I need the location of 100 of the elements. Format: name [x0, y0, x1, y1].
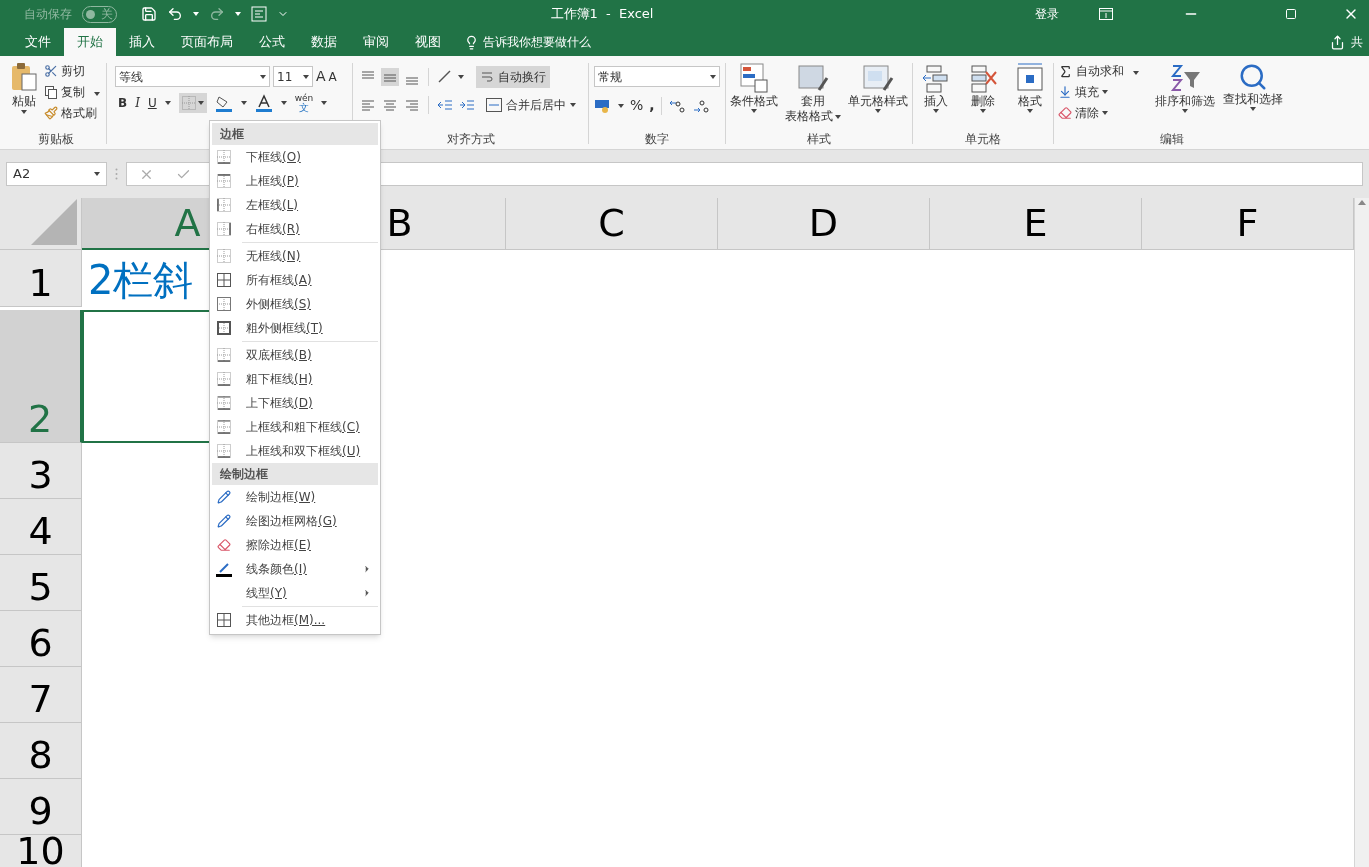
pencil-icon [217, 490, 231, 504]
merge-center-button[interactable]: 合并后居中 [486, 96, 576, 114]
fill-button[interactable]: 填充 [1058, 83, 1149, 101]
decrease-decimal-icon[interactable] [691, 97, 710, 114]
column-header[interactable]: E [930, 198, 1142, 250]
font-size-field[interactable]: 11 [273, 66, 313, 87]
form-icon[interactable] [251, 6, 267, 22]
menu-item[interactable]: 所有框线(A) [210, 268, 380, 292]
currency-icon[interactable] [594, 97, 612, 114]
paste-button[interactable]: 粘贴 [6, 60, 42, 122]
ribbon-tab[interactable]: 插入 [116, 28, 168, 56]
undo-icon[interactable] [167, 6, 183, 22]
borders-button[interactable] [178, 93, 207, 113]
clear-button[interactable]: 清除 [1058, 104, 1149, 122]
find-select-button[interactable]: 查找和选择 [1221, 62, 1285, 122]
align-icon[interactable] [381, 68, 399, 86]
menu-item[interactable]: 双底框线(B) [210, 343, 380, 367]
font-name-field[interactable]: 等线 [115, 66, 270, 87]
save-icon[interactable] [141, 6, 157, 22]
border-icon [181, 96, 196, 110]
row-header[interactable]: 7 [0, 667, 82, 723]
menu-item[interactable]: 线型(Y) [210, 581, 380, 605]
number-format-field[interactable]: 常规 [594, 66, 720, 87]
row-header[interactable]: 6 [0, 611, 82, 667]
insert-button[interactable]: 插入 [919, 62, 954, 113]
scroll-up-icon[interactable] [1358, 200, 1366, 205]
menu-item[interactable]: 上框线和双下框线(U) [210, 439, 380, 463]
underline-button[interactable]: U [147, 94, 157, 112]
column-header[interactable]: D [718, 198, 930, 250]
ribbon-tab[interactable]: 文件 [12, 28, 64, 56]
menu-item[interactable]: 绘制边框(W) [210, 485, 380, 509]
grow-font-button[interactable]: A [316, 66, 326, 87]
caret-icon [874, 109, 881, 113]
ribbon-tab[interactable]: 页面布局 [168, 28, 246, 56]
ribbon-display-icon[interactable] [1099, 8, 1113, 20]
autosum-button[interactable]: 自动求和 [1058, 62, 1149, 80]
row-header[interactable]: 9 [0, 779, 82, 835]
copy-button[interactable]: 复制 [44, 83, 100, 101]
percent-button[interactable]: % [630, 95, 644, 116]
name-box[interactable]: A2 [6, 162, 107, 186]
all-borders-icon [217, 613, 231, 627]
column-header[interactable]: F [1142, 198, 1354, 250]
ribbon-tab[interactable]: 公式 [246, 28, 298, 56]
lightbulb-icon [464, 34, 479, 50]
redo-icon[interactable] [209, 6, 225, 22]
menu-item[interactable]: 粗下框线(H) [210, 367, 380, 391]
bold-button[interactable]: B [118, 94, 128, 112]
sort-filter-button[interactable]: 排序和筛选 [1153, 62, 1217, 122]
row-header[interactable]: 3 [0, 443, 82, 499]
wrap-text-button[interactable]: 自动换行 [476, 66, 550, 88]
ribbon-tab[interactable]: 数据 [298, 28, 350, 56]
shrink-font-button[interactable]: A [328, 67, 337, 86]
format-button[interactable]: 格式 [1012, 62, 1047, 113]
font-color-icon[interactable] [254, 94, 273, 112]
group-label: 编辑 [1158, 131, 1185, 147]
menu-item[interactable]: 绘图边框网格(G) [210, 509, 380, 533]
ribbon-tab[interactable]: 开始 [64, 28, 116, 56]
triangle-icon [31, 199, 77, 245]
sign-in-link[interactable]: 登录 [1035, 5, 1059, 23]
delete-button[interactable]: 删除 [966, 62, 1000, 113]
format-cells-icon [1014, 62, 1045, 94]
share-button[interactable]: 共 [1330, 28, 1369, 56]
menu-item[interactable]: 擦除边框(E) [210, 533, 380, 557]
menu-item[interactable]: 上框线和粗下框线(C) [210, 415, 380, 439]
menu-item[interactable]: 粗外侧框线(T) [210, 316, 380, 340]
menu-item[interactable]: 上框线(P) [210, 169, 380, 193]
menu-item[interactable]: 下框线(O) [210, 145, 380, 169]
italic-button[interactable]: I [135, 94, 140, 112]
caret-icon [1102, 90, 1108, 94]
menu-item[interactable]: 其他边框(M)... [210, 608, 380, 632]
row-header[interactable]: 10 [0, 835, 82, 867]
row-header[interactable]: 8 [0, 723, 82, 779]
tell-me-field[interactable]: 告诉我你想要做什么 [454, 28, 601, 56]
ribbon-tab[interactable]: 审阅 [350, 28, 402, 56]
phonetic-button[interactable]: wén 文 [294, 94, 314, 112]
border-icon [217, 222, 231, 236]
caret-icon [570, 103, 576, 107]
conditional-format-button[interactable]: 条件格式 [728, 62, 781, 124]
select-all-corner[interactable] [0, 198, 82, 250]
row-header[interactable]: 2 [0, 310, 82, 443]
format-painter-button[interactable]: 格式刷 [44, 104, 100, 122]
format-as-table-button[interactable]: 套用 表格格式 [785, 62, 841, 124]
menu-item[interactable]: 线条颜色(I) [210, 557, 380, 581]
menu-item[interactable]: 上下框线(D) [210, 391, 380, 415]
clipboard-icon [10, 62, 38, 92]
menu-item[interactable]: 外侧框线(S) [210, 292, 380, 316]
comma-button[interactable]: , [649, 95, 655, 116]
column-header[interactable]: C [506, 198, 718, 250]
cut-button[interactable]: 剪切 [44, 62, 100, 80]
row-header[interactable]: 5 [0, 555, 82, 611]
caret-icon [710, 74, 716, 79]
fill-color-icon[interactable] [214, 94, 233, 112]
grip-icon [115, 168, 118, 180]
row-header[interactable]: 4 [0, 499, 82, 555]
cell-styles-button[interactable]: 单元格样式 [845, 62, 910, 124]
cell-text: 2栏斜 [88, 256, 194, 305]
ribbon-tab[interactable]: 视图 [402, 28, 454, 56]
border-icon [217, 249, 231, 263]
maximize-icon[interactable] [1285, 8, 1297, 20]
row-header[interactable]: 1 [0, 250, 82, 307]
